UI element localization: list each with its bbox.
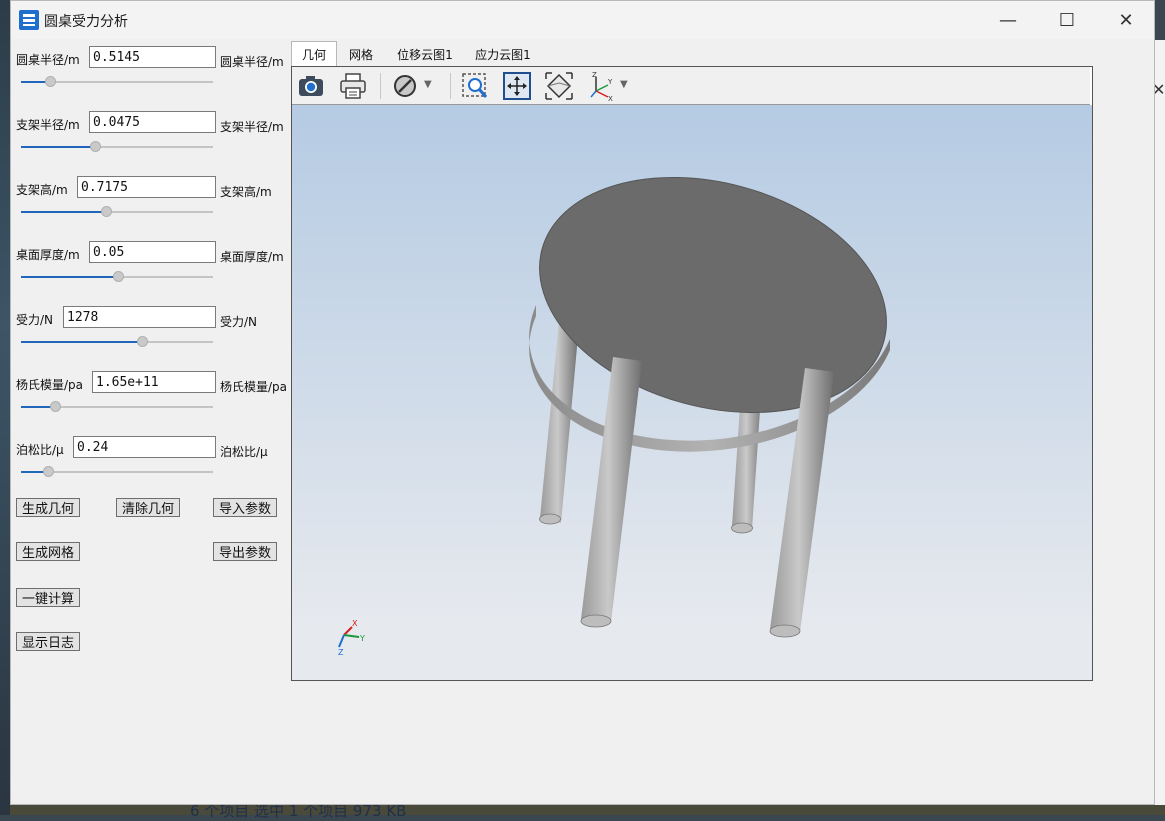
- maximize-button[interactable]: ☐: [1038, 1, 1096, 39]
- minimize-button[interactable]: —: [979, 1, 1037, 39]
- viewer-toolbar: ▼ Z Y X ▼: [292, 67, 1090, 105]
- table-model: [529, 177, 890, 638]
- param-slider[interactable]: [21, 466, 213, 478]
- toolbar-separator: [450, 73, 451, 99]
- param-input[interactable]: [89, 241, 216, 263]
- table-leg: [580, 357, 642, 628]
- param-input[interactable]: [92, 371, 216, 393]
- axes-triad: X Y Z: [338, 619, 365, 655]
- clear-geometry-button[interactable]: 清除几何: [116, 498, 180, 517]
- param-unit-label: 圆桌半径/m: [220, 55, 284, 69]
- param-slider[interactable]: [21, 271, 213, 283]
- param-unit-label: 桌面厚度/m: [220, 250, 284, 264]
- param-slider[interactable]: [21, 141, 213, 153]
- table-leg: [539, 322, 579, 525]
- minimize-icon: —: [999, 9, 1017, 31]
- param-input[interactable]: [63, 306, 216, 328]
- param-label: 桌面厚度/m: [16, 248, 80, 262]
- desktop-bottom: [10, 805, 1165, 815]
- slider-fill: [21, 276, 118, 278]
- axes-dropdown-icon[interactable]: ▼: [620, 79, 628, 90]
- desktop-background: [0, 0, 10, 815]
- window-title: 圆桌受力分析: [44, 14, 128, 30]
- param-slider[interactable]: [21, 76, 213, 88]
- param-slider[interactable]: [21, 336, 213, 348]
- axes-icon[interactable]: Z Y X: [586, 71, 616, 101]
- toolbar-separator: [380, 73, 381, 99]
- clip-dropdown-icon[interactable]: ▼: [424, 79, 432, 90]
- axis-y-label: Y: [359, 634, 365, 643]
- svg-text:Z: Z: [592, 71, 597, 79]
- param-label: 圆桌半径/m: [16, 53, 80, 67]
- slider-thumb[interactable]: [43, 466, 54, 477]
- param-label: 泊松比/μ: [16, 443, 64, 457]
- slider-thumb[interactable]: [90, 141, 101, 152]
- param-slider[interactable]: [21, 401, 213, 413]
- svg-text:X: X: [608, 95, 613, 101]
- param-input[interactable]: [77, 176, 216, 198]
- close-icon: ✕: [1118, 9, 1134, 31]
- clip-icon[interactable]: [390, 71, 420, 101]
- param-unit-label: 支架半径/m: [220, 120, 284, 134]
- tab-geometry[interactable]: 几何: [291, 41, 337, 67]
- view-direction-icon[interactable]: [544, 71, 574, 101]
- maximize-icon: ☐: [1058, 9, 1076, 31]
- render-canvas[interactable]: X Y Z: [292, 105, 1092, 680]
- slider-thumb[interactable]: [113, 271, 124, 282]
- fit-all-icon[interactable]: [502, 71, 532, 101]
- main-window: 圆桌受力分析 — ☐ ✕ 圆桌半径/m 圆桌半径/m 支架半径/m 支架半径/m 支架高…: [10, 0, 1155, 805]
- generate-mesh-button[interactable]: 生成网格: [16, 542, 80, 561]
- one-click-compute-button[interactable]: 一键计算: [16, 588, 80, 607]
- param-label: 支架高/m: [16, 183, 68, 197]
- table-top: [529, 177, 890, 452]
- app-icon: [19, 10, 39, 30]
- param-label: 杨氏模量/pa: [16, 378, 84, 392]
- slider-thumb[interactable]: [101, 206, 112, 217]
- show-log-button[interactable]: 显示日志: [16, 632, 80, 651]
- param-unit-label: 杨氏模量/pa: [220, 380, 288, 394]
- tab-displacement[interactable]: 位移云图1: [391, 41, 459, 67]
- axis-z-label: Z: [338, 648, 344, 655]
- param-slider[interactable]: [21, 206, 213, 218]
- slider-thumb[interactable]: [137, 336, 148, 347]
- slider-thumb[interactable]: [45, 76, 56, 87]
- param-unit-label: 泊松比/μ: [220, 445, 268, 459]
- 3d-viewer: ▼ Z Y X ▼ X Y Z: [291, 66, 1093, 681]
- import-params-button[interactable]: 导入参数: [213, 498, 277, 517]
- svg-text:Y: Y: [607, 78, 613, 86]
- param-input[interactable]: [89, 46, 216, 68]
- param-unit-label: 受力/N: [220, 315, 258, 329]
- slider-fill: [21, 341, 142, 343]
- param-label: 支架半径/m: [16, 118, 80, 132]
- param-label: 受力/N: [16, 313, 54, 327]
- slider-fill: [21, 211, 106, 213]
- tab-mesh[interactable]: 网格: [337, 41, 385, 67]
- param-input[interactable]: [89, 111, 216, 133]
- printer-icon[interactable]: [338, 71, 368, 101]
- axis-x-label: X: [352, 619, 358, 628]
- title-bar[interactable]: 圆桌受力分析 — ☐ ✕: [11, 1, 1154, 39]
- slider-fill: [21, 146, 95, 148]
- export-params-button[interactable]: 导出参数: [213, 542, 277, 561]
- tab-stress[interactable]: 应力云图1: [469, 41, 537, 67]
- camera-icon[interactable]: [296, 71, 326, 101]
- desktop-background-right: [1155, 40, 1165, 805]
- close-button[interactable]: ✕: [1097, 1, 1155, 39]
- param-unit-label: 支架高/m: [220, 185, 272, 199]
- zoom-box-icon[interactable]: [460, 71, 490, 101]
- generate-geometry-button[interactable]: 生成几何: [16, 498, 80, 517]
- param-input[interactable]: [73, 436, 216, 458]
- slider-thumb[interactable]: [50, 401, 61, 412]
